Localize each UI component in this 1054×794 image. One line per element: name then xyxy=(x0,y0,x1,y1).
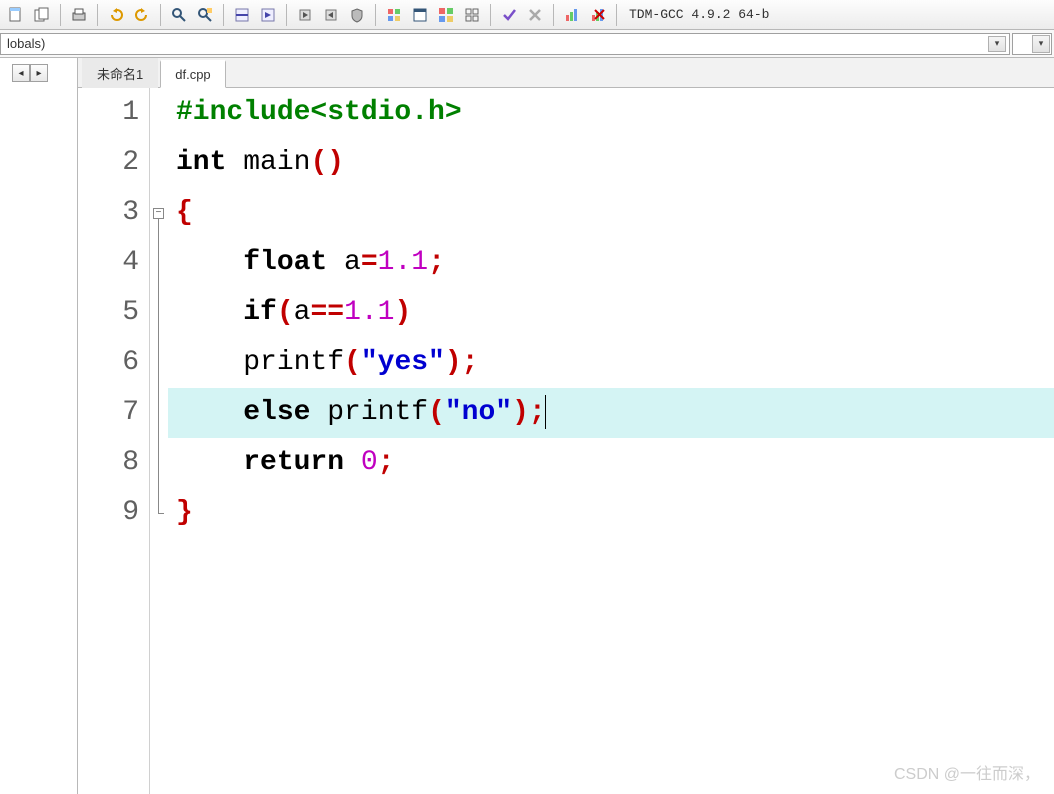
globals-text: lobals) xyxy=(7,36,45,51)
delete-chart-icon[interactable] xyxy=(586,3,610,27)
line-number: 3 xyxy=(78,188,139,238)
line-number: 5 xyxy=(78,288,139,338)
code-line[interactable]: printf("yes"); xyxy=(168,338,1054,388)
code-line[interactable]: if(a==1.1) xyxy=(168,288,1054,338)
chart-icon[interactable] xyxy=(560,3,584,27)
new-file-icon[interactable] xyxy=(4,3,28,27)
code-line[interactable]: #include<stdio.h> xyxy=(168,88,1054,138)
left-panel: ◂ ▸ xyxy=(0,58,78,794)
windows-icon[interactable] xyxy=(434,3,458,27)
chevron-down-icon[interactable]: ▾ xyxy=(988,36,1006,52)
grid4-icon[interactable] xyxy=(382,3,406,27)
globals-dropdown[interactable]: lobals) ▾ xyxy=(0,33,1010,55)
line-number: 1 xyxy=(78,88,139,138)
bookmark-next-icon[interactable] xyxy=(256,3,280,27)
tab-未命名1[interactable]: 未命名1 xyxy=(82,58,158,88)
line-number-gutter: 123456789 xyxy=(78,88,150,794)
goto-icon[interactable] xyxy=(293,3,317,27)
code-line[interactable]: else printf("no"); xyxy=(168,388,1054,438)
line-number: 9 xyxy=(78,488,139,538)
bookmark-toggle-icon[interactable] xyxy=(230,3,254,27)
undo-icon[interactable] xyxy=(104,3,128,27)
close-icon[interactable] xyxy=(523,3,547,27)
code-editor[interactable]: 123456789 − #include<stdio.h>int main(){… xyxy=(78,88,1054,794)
line-number: 2 xyxy=(78,138,139,188)
editor-column: 未命名1df.cpp 123456789 − #include<stdio.h>… xyxy=(78,58,1054,794)
check-icon[interactable] xyxy=(497,3,521,27)
main-toolbar: TDM-GCC 4.9.2 64-b xyxy=(0,0,1054,30)
goto-back-icon[interactable] xyxy=(319,3,343,27)
code-line[interactable]: int main() xyxy=(168,138,1054,188)
tab-df.cpp[interactable]: df.cpp xyxy=(160,60,225,88)
line-number: 7 xyxy=(78,388,139,438)
secondary-dropdown[interactable]: ▾ xyxy=(1012,33,1052,55)
print-icon[interactable] xyxy=(67,3,91,27)
copy-icon[interactable] xyxy=(30,3,54,27)
code-line[interactable]: { xyxy=(168,188,1054,238)
fold-column: − xyxy=(150,88,168,794)
line-number: 4 xyxy=(78,238,139,288)
text-caret xyxy=(545,395,546,429)
chevron-down-icon[interactable]: ▾ xyxy=(1032,35,1050,53)
tile-icon[interactable] xyxy=(460,3,484,27)
tab-bar: 未命名1df.cpp xyxy=(78,58,1054,88)
code-line[interactable]: return 0; xyxy=(168,438,1054,488)
watermark: CSDN @一往而深， xyxy=(894,760,1040,784)
fold-toggle-icon[interactable]: − xyxy=(153,208,164,219)
nav-prev-icon[interactable]: ◂ xyxy=(12,64,30,82)
compiler-label: TDM-GCC 4.9.2 64-b xyxy=(629,7,769,22)
window-icon[interactable] xyxy=(408,3,432,27)
main-area: ◂ ▸ 未命名1df.cpp 123456789 − #include<stdi… xyxy=(0,58,1054,794)
find-icon[interactable] xyxy=(167,3,191,27)
replace-icon[interactable] xyxy=(193,3,217,27)
code-line[interactable]: } xyxy=(168,488,1054,538)
nav-next-icon[interactable]: ▸ xyxy=(30,64,48,82)
code-line[interactable]: float a=1.1; xyxy=(168,238,1054,288)
line-number: 6 xyxy=(78,338,139,388)
shield-icon[interactable] xyxy=(345,3,369,27)
code-area[interactable]: #include<stdio.h>int main(){ float a=1.1… xyxy=(168,88,1054,794)
globals-bar: lobals) ▾ ▾ xyxy=(0,30,1054,58)
redo-icon[interactable] xyxy=(130,3,154,27)
line-number: 8 xyxy=(78,438,139,488)
